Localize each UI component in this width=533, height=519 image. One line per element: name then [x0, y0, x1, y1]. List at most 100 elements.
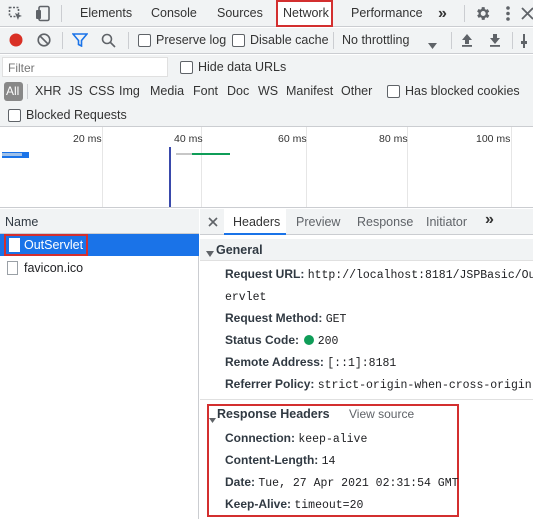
- document-icon: [9, 238, 20, 255]
- filter-type-xhr[interactable]: XHR: [35, 84, 61, 98]
- request-list: Name OutServlet favicon.ico: [0, 209, 199, 519]
- disable-cache-checkbox[interactable]: [232, 34, 245, 47]
- request-name: favicon.ico: [24, 261, 84, 275]
- filter-type-css[interactable]: CSS: [89, 84, 115, 98]
- request-bar-waiting: [2, 153, 22, 156]
- filter-type-font[interactable]: Font: [193, 84, 218, 98]
- tab-network[interactable]: Network: [276, 0, 333, 27]
- remote-address-row: Remote Address: [::1]:8181: [225, 355, 396, 370]
- search-icon[interactable]: [101, 33, 116, 51]
- header-value: 14: [321, 455, 336, 468]
- network-settings-icon[interactable]: [521, 33, 533, 52]
- filter-placeholder: Filter: [8, 61, 35, 75]
- tab-performance[interactable]: Performance: [351, 0, 423, 27]
- general-section-header[interactable]: General: [200, 239, 533, 261]
- clear-icon[interactable]: [37, 33, 51, 50]
- chevron-down-icon: [428, 38, 437, 52]
- status-dot-icon: [304, 335, 315, 345]
- gear-icon[interactable]: [474, 5, 491, 25]
- export-har-icon[interactable]: [489, 33, 501, 50]
- filter-type-media[interactable]: Media: [150, 84, 184, 98]
- timeline-overview[interactable]: 20 ms 40 ms 60 ms 80 ms 100 ms: [0, 127, 533, 208]
- date-row: Date: Tue, 27 Apr 2021 02:31:54 GMT: [225, 475, 459, 490]
- dom-content-loaded-marker: [169, 147, 171, 207]
- name-column-label: Name: [5, 215, 39, 229]
- keep-alive-row: Keep-Alive: timeout=20: [225, 497, 363, 512]
- more-tabs-button[interactable]: »: [485, 211, 494, 229]
- close-icon[interactable]: [208, 216, 218, 230]
- header-value: Tue, 27 Apr 2021 02:31:54 GMT: [258, 477, 459, 490]
- tab-response[interactable]: Response: [357, 215, 413, 229]
- filter-type-js[interactable]: JS: [68, 84, 83, 98]
- inspect-element-icon[interactable]: [8, 6, 24, 25]
- list-item-outservlet[interactable]: OutServlet: [0, 234, 199, 256]
- close-icon[interactable]: [520, 6, 533, 23]
- devtools-tab-bar: Elements Console Sources Network Perform…: [0, 0, 533, 27]
- preserve-log-checkbox[interactable]: [138, 34, 151, 47]
- triangle-down-icon: [209, 412, 216, 426]
- tab-network-label: Network: [283, 6, 329, 20]
- request-bar-queue: [176, 153, 192, 155]
- has-blocked-cookies-checkbox[interactable]: [387, 85, 400, 98]
- request-name: OutServlet: [24, 238, 84, 252]
- general-title: General: [216, 243, 263, 257]
- header-key: Remote Address:: [225, 355, 324, 369]
- tab-preview[interactable]: Preview: [296, 215, 340, 229]
- hide-data-urls-checkbox[interactable]: [180, 61, 193, 74]
- tab-initiator[interactable]: Initiator: [426, 215, 467, 229]
- tab-sources[interactable]: Sources: [217, 0, 263, 27]
- filter-icon[interactable]: [71, 33, 89, 50]
- tab-elements[interactable]: Elements: [80, 0, 132, 27]
- timeline-tick: 20 ms: [73, 133, 102, 145]
- header-value: http://localhost:8181/JSPBasic/OutS: [307, 269, 533, 282]
- grid-line: [511, 127, 512, 207]
- blocked-requests-checkbox[interactable]: [8, 109, 21, 122]
- more-tabs-button[interactable]: »: [438, 0, 447, 27]
- filter-type-manifest[interactable]: Manifest: [286, 84, 333, 98]
- name-column-header[interactable]: Name: [0, 209, 199, 234]
- grid-line: [102, 127, 103, 207]
- import-har-icon[interactable]: [461, 33, 473, 50]
- filter-type-all-label: All: [6, 84, 20, 98]
- tab-headers[interactable]: Headers: [224, 209, 286, 235]
- blocked-requests-label: Blocked Requests: [26, 108, 127, 122]
- tab-console[interactable]: Console: [151, 0, 197, 27]
- timeline-tick: 80 ms: [379, 133, 408, 145]
- header-key: Request URL:: [225, 267, 305, 281]
- header-value: ervlet: [225, 291, 267, 304]
- filter-type-other[interactable]: Other: [341, 84, 372, 98]
- has-blocked-cookies-label: Has blocked cookies: [405, 84, 520, 98]
- request-method-row: Request Method: GET: [225, 311, 346, 326]
- device-toolbar-icon[interactable]: [35, 5, 51, 25]
- content-length-row: Content-Length: 14: [225, 453, 335, 468]
- connection-row: Connection: keep-alive: [225, 431, 367, 446]
- response-headers-section-header[interactable]: Response Headers View source: [209, 407, 449, 425]
- header-key: Request Method:: [225, 311, 323, 325]
- request-detail-panel: Headers Preview Response Initiator » Gen…: [200, 209, 533, 519]
- record-icon[interactable]: [9, 33, 23, 50]
- throttling-select[interactable]: No throttling: [342, 28, 442, 54]
- hide-data-urls-label: Hide data URLs: [198, 60, 287, 74]
- list-item-favicon[interactable]: favicon.ico: [0, 257, 199, 279]
- disable-cache-label: Disable cache: [250, 33, 329, 47]
- filter-type-all[interactable]: All: [4, 82, 23, 101]
- header-key: Keep-Alive:: [225, 497, 292, 511]
- header-key: Date:: [225, 475, 256, 489]
- filter-type-doc[interactable]: Doc: [227, 84, 249, 98]
- filter-input[interactable]: Filter: [2, 57, 168, 77]
- header-value: GET: [325, 313, 347, 326]
- request-bar-download: [192, 153, 230, 155]
- more-options-icon[interactable]: [505, 5, 511, 25]
- header-key: Status Code:: [225, 333, 300, 347]
- header-key: Content-Length:: [225, 453, 319, 467]
- header-key: Connection:: [225, 431, 295, 445]
- filter-type-ws[interactable]: WS: [258, 84, 278, 98]
- tab-headers-label: Headers: [233, 215, 281, 229]
- detail-tab-bar: Headers Preview Response Initiator »: [200, 209, 533, 235]
- document-icon: [7, 261, 18, 278]
- status-code-row: Status Code: 200: [225, 333, 338, 348]
- header-value: 200: [317, 335, 339, 348]
- filter-type-img[interactable]: Img: [119, 84, 140, 98]
- header-value: strict-origin-when-cross-origin: [317, 379, 532, 392]
- view-source-link[interactable]: View source: [349, 407, 414, 421]
